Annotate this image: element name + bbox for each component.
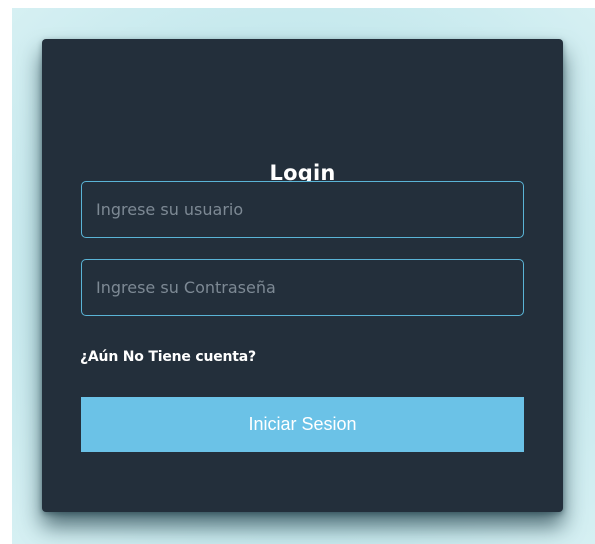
login-card: Login ¿Aún No Tiene cuenta? Iniciar Sesi… [42,39,563,512]
password-input[interactable] [81,259,524,316]
username-input[interactable] [81,181,524,238]
signup-link[interactable]: ¿Aún No Tiene cuenta? [80,349,256,365]
login-button[interactable]: Iniciar Sesion [81,397,524,452]
